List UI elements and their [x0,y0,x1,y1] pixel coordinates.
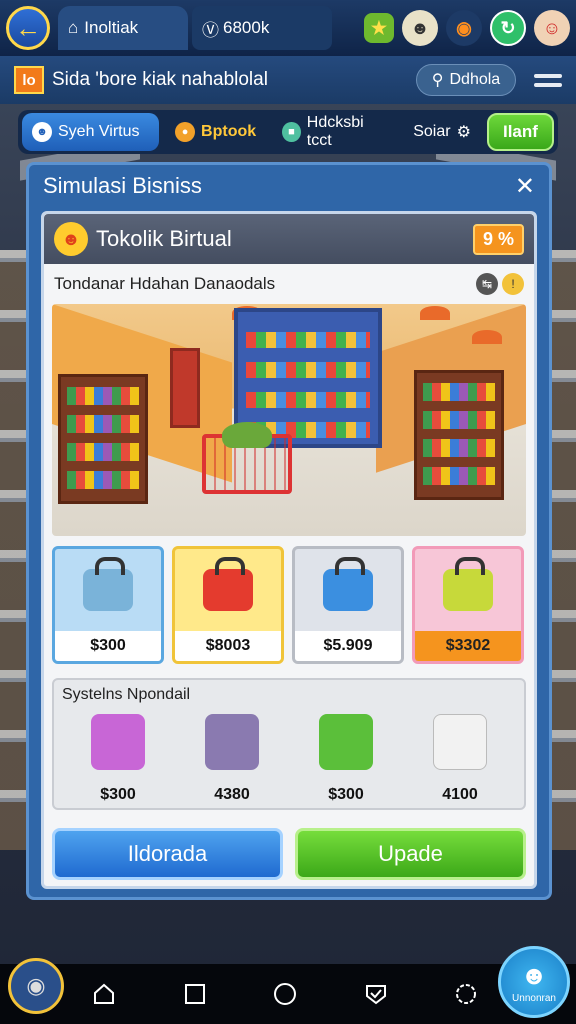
search-label: Ddhola [449,71,501,88]
item-price: $5.909 [295,631,401,661]
home-icon[interactable] [90,980,118,1008]
tab-label: Bptook [201,123,257,140]
round-button-label: Unnonran [512,993,556,1004]
smile-icon: ☻ [32,122,52,142]
system-price: 4100 [442,786,478,803]
button-label: Upade [378,841,443,866]
close-icon[interactable]: ✕ [515,172,535,201]
vending-machine [170,348,200,428]
info-icon[interactable]: ↹ [476,273,498,295]
store-logo-icon: ☻ [54,222,88,256]
gift-icon[interactable]: ◉ [446,10,482,46]
system-price: $300 [328,786,364,803]
tab-hdcksbi[interactable]: ■ Hdcksbi tcct [272,113,397,151]
camera-icon [91,714,145,770]
settings-icon[interactable] [452,980,480,1008]
simulation-panel: Simulasi Bisniss ✕ ☻ Tokolik Birtual 9 %… [26,162,552,900]
bottom-nav: ◉ ☻ Unnonran [0,946,576,1024]
store-subtitle: Tondanar Hdahan Danaodals [54,274,276,293]
item-price: $3302 [415,631,521,661]
panel-title: Simulasi Bisniss [43,173,202,198]
profile-round-button[interactable]: ☻ Unnonran [498,946,570,1018]
logo-icon: lo [14,66,44,94]
system-item[interactable]: $300 [78,714,158,804]
ildorada-button[interactable]: Ildorada [52,828,283,880]
circle-icon[interactable] [271,980,299,1008]
bag-icon [203,557,253,611]
search-button[interactable]: ⚲ Ddhola [416,64,516,96]
fridge-icon [433,714,487,770]
system-item[interactable]: 4380 [192,714,272,804]
level-icon[interactable]: ★ [364,13,394,43]
coin-icon: Ⓥ [202,20,219,40]
item-grid: $300 $8003 $5.909 $3302 [44,536,534,670]
button-label: Ildorada [127,841,208,866]
system-price: $300 [100,786,136,803]
bag-icon [323,557,373,611]
shield-check-icon[interactable] [362,980,390,1008]
lamp [420,306,450,320]
coin-icon: ● [175,122,196,142]
item-card[interactable]: $3302 [412,546,524,664]
camera-icon: ◉ [26,973,46,998]
lamp [472,330,502,344]
gear-icon: ⚙ [456,124,471,141]
item-price: $300 [55,631,161,661]
shelf-unit [414,370,504,500]
item-card[interactable]: $8003 [172,546,284,664]
tab-label: Soiar [413,123,451,140]
action-label: Ilanf [502,122,538,141]
square-icon[interactable] [181,980,209,1008]
avatar-icon[interactable]: ☺ [534,10,570,46]
back-arrow-icon: ← [15,12,41,43]
store-header-title: Sida 'bore kiak nahablolal [52,69,268,90]
register-icon [205,714,259,770]
item-card[interactable]: $5.909 [292,546,404,664]
top-status-bar: ← ⌂ Inoltiak Ⓥ 6800k ★ ☻ ◉ ↻ ☺ [0,0,576,56]
system-price: 4380 [214,786,250,803]
player-icon[interactable]: ☻ [402,10,438,46]
coin-counter: Ⓥ 6800k [192,6,332,50]
store-header: ☻ Tokolik Birtual 9 % [44,214,534,264]
tab-syeh-virtus[interactable]: ☻ Syeh Virtus [22,113,160,151]
category-tabs: ☻ Syeh Virtus ● Bptook ■ Hdcksbi tcct So… [18,110,558,154]
top-tab[interactable]: ⌂ Inoltiak [58,6,188,50]
tab-soiar[interactable]: Soiar ⚙ [403,113,481,151]
item-price: $8003 [175,631,281,661]
coin-value: 6800k [223,18,270,37]
item-card[interactable]: $300 [52,546,164,664]
system-item[interactable]: 4100 [420,714,500,804]
menu-icon[interactable] [534,73,562,87]
action-button[interactable]: Ilanf [486,113,554,151]
upgrade-button[interactable]: Upade [295,828,526,880]
avatar-button[interactable]: ◉ [8,958,64,1014]
tab-label: Syeh Virtus [58,123,140,140]
top-tab-label: Inoltiak [84,18,139,37]
systems-title: Systelns Npondail [62,686,191,703]
scanner-icon [319,714,373,770]
bag-icon: ■ [282,122,301,142]
face-icon: ☻ [520,960,548,990]
tab-label: Hdcksbi tcct [306,114,364,149]
store-name: Tokolik Birtual [96,226,232,251]
box-icon [443,557,493,611]
home-icon: ⌂ [68,18,79,37]
search-icon: ⚲ [431,72,444,89]
shelf-unit [58,374,148,504]
cart-goods [222,422,272,448]
store-scene [52,304,526,536]
bag-icon [83,557,133,611]
store-header-bar: lo Sida 'bore kiak nahablolal ⚲ Ddhola [0,56,576,104]
back-button[interactable]: ← [6,6,50,50]
systems-section: Systelns Npondail $300 4380 $300 4100 [52,678,526,810]
refresh-icon[interactable]: ↻ [490,10,526,46]
tab-bptook[interactable]: ● Bptook [165,113,266,151]
level-badge: 9 % [472,223,524,255]
warning-icon[interactable]: ! [502,273,524,295]
system-item[interactable]: $300 [306,714,386,804]
panel-content: ☻ Tokolik Birtual 9 % Tondanar Hdahan Da… [41,211,537,889]
